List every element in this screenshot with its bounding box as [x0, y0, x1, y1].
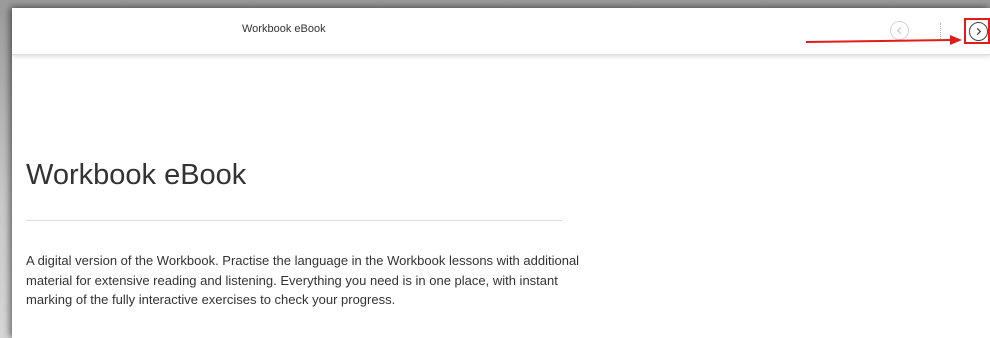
header-title: Workbook eBook	[242, 23, 326, 35]
red-arrow-annotation	[805, 35, 962, 45]
main-content: Workbook eBook A digital version of the …	[12, 55, 990, 338]
page-title: Workbook eBook	[26, 159, 247, 191]
ebook-window: Workbook eBook Workbook eBook A digital …	[12, 8, 990, 338]
chevron-right-icon	[976, 27, 982, 36]
next-page-button[interactable]	[969, 22, 988, 41]
page-description: A digital version of the Workbook. Pract…	[26, 253, 580, 307]
top-bar: Workbook eBook	[12, 8, 990, 55]
title-divider	[26, 220, 562, 221]
screenshot-backdrop: Workbook eBook Workbook eBook A digital …	[0, 0, 990, 338]
